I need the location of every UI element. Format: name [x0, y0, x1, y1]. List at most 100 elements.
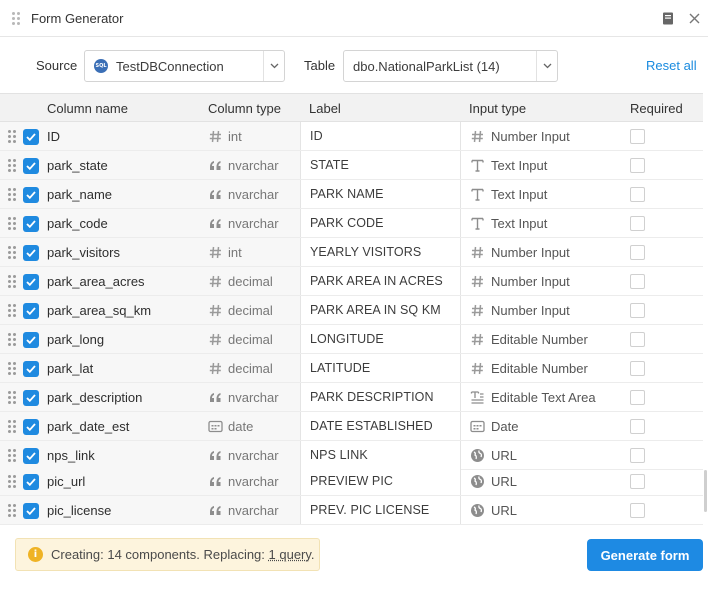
- table-row[interactable]: park_description nvarchar PARK DESCRIPTION…: [0, 383, 703, 412]
- label-value[interactable]: ID: [310, 129, 323, 143]
- drag-handle-icon[interactable]: [8, 275, 16, 288]
- label-value[interactable]: PREV. PIC LICENSE: [310, 503, 429, 517]
- table-row[interactable]: pic_url nvarchar PREVIEW PIC URL: [0, 467, 703, 496]
- label-value[interactable]: PARK AREA IN ACRES: [310, 274, 443, 288]
- required-checkbox[interactable]: [630, 390, 645, 405]
- close-icon[interactable]: [688, 12, 701, 25]
- input-type[interactable]: Number Input: [491, 303, 570, 318]
- drag-handle-icon[interactable]: [8, 475, 16, 488]
- required-checkbox[interactable]: [630, 129, 645, 144]
- input-type[interactable]: Text Input: [491, 187, 547, 202]
- input-type[interactable]: URL: [491, 448, 517, 463]
- drag-handle-icon[interactable]: [8, 188, 16, 201]
- input-type[interactable]: Editable Text Area: [491, 390, 596, 405]
- include-checkbox[interactable]: [23, 303, 39, 319]
- required-checkbox[interactable]: [630, 361, 645, 376]
- label-value[interactable]: PARK AREA IN SQ KM: [310, 303, 441, 317]
- drag-handle-icon[interactable]: [8, 391, 16, 404]
- input-type[interactable]: Number Input: [491, 129, 570, 144]
- reset-all-link[interactable]: Reset all: [646, 58, 697, 73]
- input-type[interactable]: Editable Number: [491, 332, 588, 347]
- table-row[interactable]: park_state nvarchar STATE Text Input: [0, 151, 703, 180]
- drag-handle-icon[interactable]: [8, 449, 16, 462]
- column-type: nvarchar: [228, 448, 279, 463]
- scrollbar[interactable]: [704, 470, 707, 512]
- include-checkbox[interactable]: [23, 158, 39, 174]
- input-type[interactable]: Text Input: [491, 216, 547, 231]
- table-row[interactable]: park_visitors int YEARLY VISITORS Number In…: [0, 238, 703, 267]
- label-value[interactable]: DATE ESTABLISHED: [310, 419, 433, 433]
- drag-handle-icon[interactable]: [8, 333, 16, 346]
- include-checkbox[interactable]: [23, 390, 39, 406]
- chevron-down-icon[interactable]: [536, 51, 557, 81]
- drag-handle-icon[interactable]: [12, 12, 20, 25]
- input-type[interactable]: URL: [491, 503, 517, 518]
- label-value[interactable]: NPS LINK: [310, 448, 368, 462]
- label-value[interactable]: PARK CODE: [310, 216, 384, 230]
- query-link[interactable]: 1 query: [269, 547, 311, 562]
- required-checkbox[interactable]: [630, 245, 645, 260]
- table-row[interactable]: park_name nvarchar PARK NAME Text Input: [0, 180, 703, 209]
- table-row[interactable]: nps_link nvarchar NPS LINK URL: [0, 441, 703, 470]
- input-type[interactable]: Number Input: [491, 245, 570, 260]
- table-row[interactable]: park_area_acres decimal PARK AREA IN ACRES…: [0, 267, 703, 296]
- document-icon[interactable]: [662, 12, 674, 25]
- drag-handle-icon[interactable]: [8, 504, 16, 517]
- drag-handle-icon[interactable]: [8, 246, 16, 259]
- label-value[interactable]: LATITUDE: [310, 361, 370, 375]
- required-checkbox[interactable]: [630, 332, 645, 347]
- sql-icon: SQL: [94, 59, 108, 73]
- required-checkbox[interactable]: [630, 448, 645, 463]
- table-row[interactable]: park_area_sq_km decimal PARK AREA IN SQ KM…: [0, 296, 703, 325]
- required-checkbox[interactable]: [630, 274, 645, 289]
- table-row[interactable]: park_lat decimal LATITUDE Editable Number: [0, 354, 703, 383]
- include-checkbox[interactable]: [23, 448, 39, 464]
- drag-handle-icon[interactable]: [8, 217, 16, 230]
- input-type[interactable]: URL: [491, 474, 517, 489]
- drag-handle-icon[interactable]: [8, 420, 16, 433]
- input-type[interactable]: Editable Number: [491, 361, 588, 376]
- required-checkbox[interactable]: [630, 216, 645, 231]
- text-icon: [470, 216, 485, 231]
- label-value[interactable]: PARK DESCRIPTION: [310, 390, 434, 404]
- label-cell[interactable]: [300, 122, 461, 150]
- input-type[interactable]: Text Input: [491, 158, 547, 173]
- include-checkbox[interactable]: [23, 187, 39, 203]
- label-value[interactable]: PREVIEW PIC: [310, 474, 393, 488]
- drag-handle-icon[interactable]: [8, 304, 16, 317]
- include-checkbox[interactable]: [23, 419, 39, 435]
- label-value[interactable]: PARK NAME: [310, 187, 384, 201]
- table-row[interactable]: ID int ID Number Input: [0, 122, 703, 151]
- table-row[interactable]: park_code nvarchar PARK CODE Text Input: [0, 209, 703, 238]
- input-type[interactable]: Date: [491, 419, 518, 434]
- input-type[interactable]: Number Input: [491, 274, 570, 289]
- include-checkbox[interactable]: [23, 129, 39, 145]
- include-checkbox[interactable]: [23, 245, 39, 261]
- label-value[interactable]: LONGITUDE: [310, 332, 384, 346]
- include-checkbox[interactable]: [23, 474, 39, 490]
- chevron-down-icon[interactable]: [263, 51, 284, 81]
- include-checkbox[interactable]: [23, 361, 39, 377]
- table-row[interactable]: park_date_est date DATE ESTABLISHED Date: [0, 412, 703, 441]
- drag-handle-icon[interactable]: [8, 130, 16, 143]
- label-value[interactable]: STATE: [310, 158, 349, 172]
- source-select[interactable]: SQL TestDBConnection: [84, 50, 285, 82]
- source-value: TestDBConnection: [116, 59, 224, 74]
- drag-handle-icon[interactable]: [8, 159, 16, 172]
- table-row[interactable]: pic_license nvarchar PREV. PIC LICENSE URL: [0, 496, 703, 525]
- required-checkbox[interactable]: [630, 474, 645, 489]
- include-checkbox[interactable]: [23, 216, 39, 232]
- table-select[interactable]: dbo.NationalParkList (14): [343, 50, 558, 82]
- label-value[interactable]: YEARLY VISITORS: [310, 245, 421, 259]
- include-checkbox[interactable]: [23, 274, 39, 290]
- generate-form-button[interactable]: Generate form: [587, 539, 703, 571]
- required-checkbox[interactable]: [630, 303, 645, 318]
- required-checkbox[interactable]: [630, 158, 645, 173]
- include-checkbox[interactable]: [23, 332, 39, 348]
- include-checkbox[interactable]: [23, 503, 39, 519]
- required-checkbox[interactable]: [630, 187, 645, 202]
- required-checkbox[interactable]: [630, 503, 645, 518]
- table-row[interactable]: park_long decimal LONGITUDE Editable Number: [0, 325, 703, 354]
- required-checkbox[interactable]: [630, 419, 645, 434]
- drag-handle-icon[interactable]: [8, 362, 16, 375]
